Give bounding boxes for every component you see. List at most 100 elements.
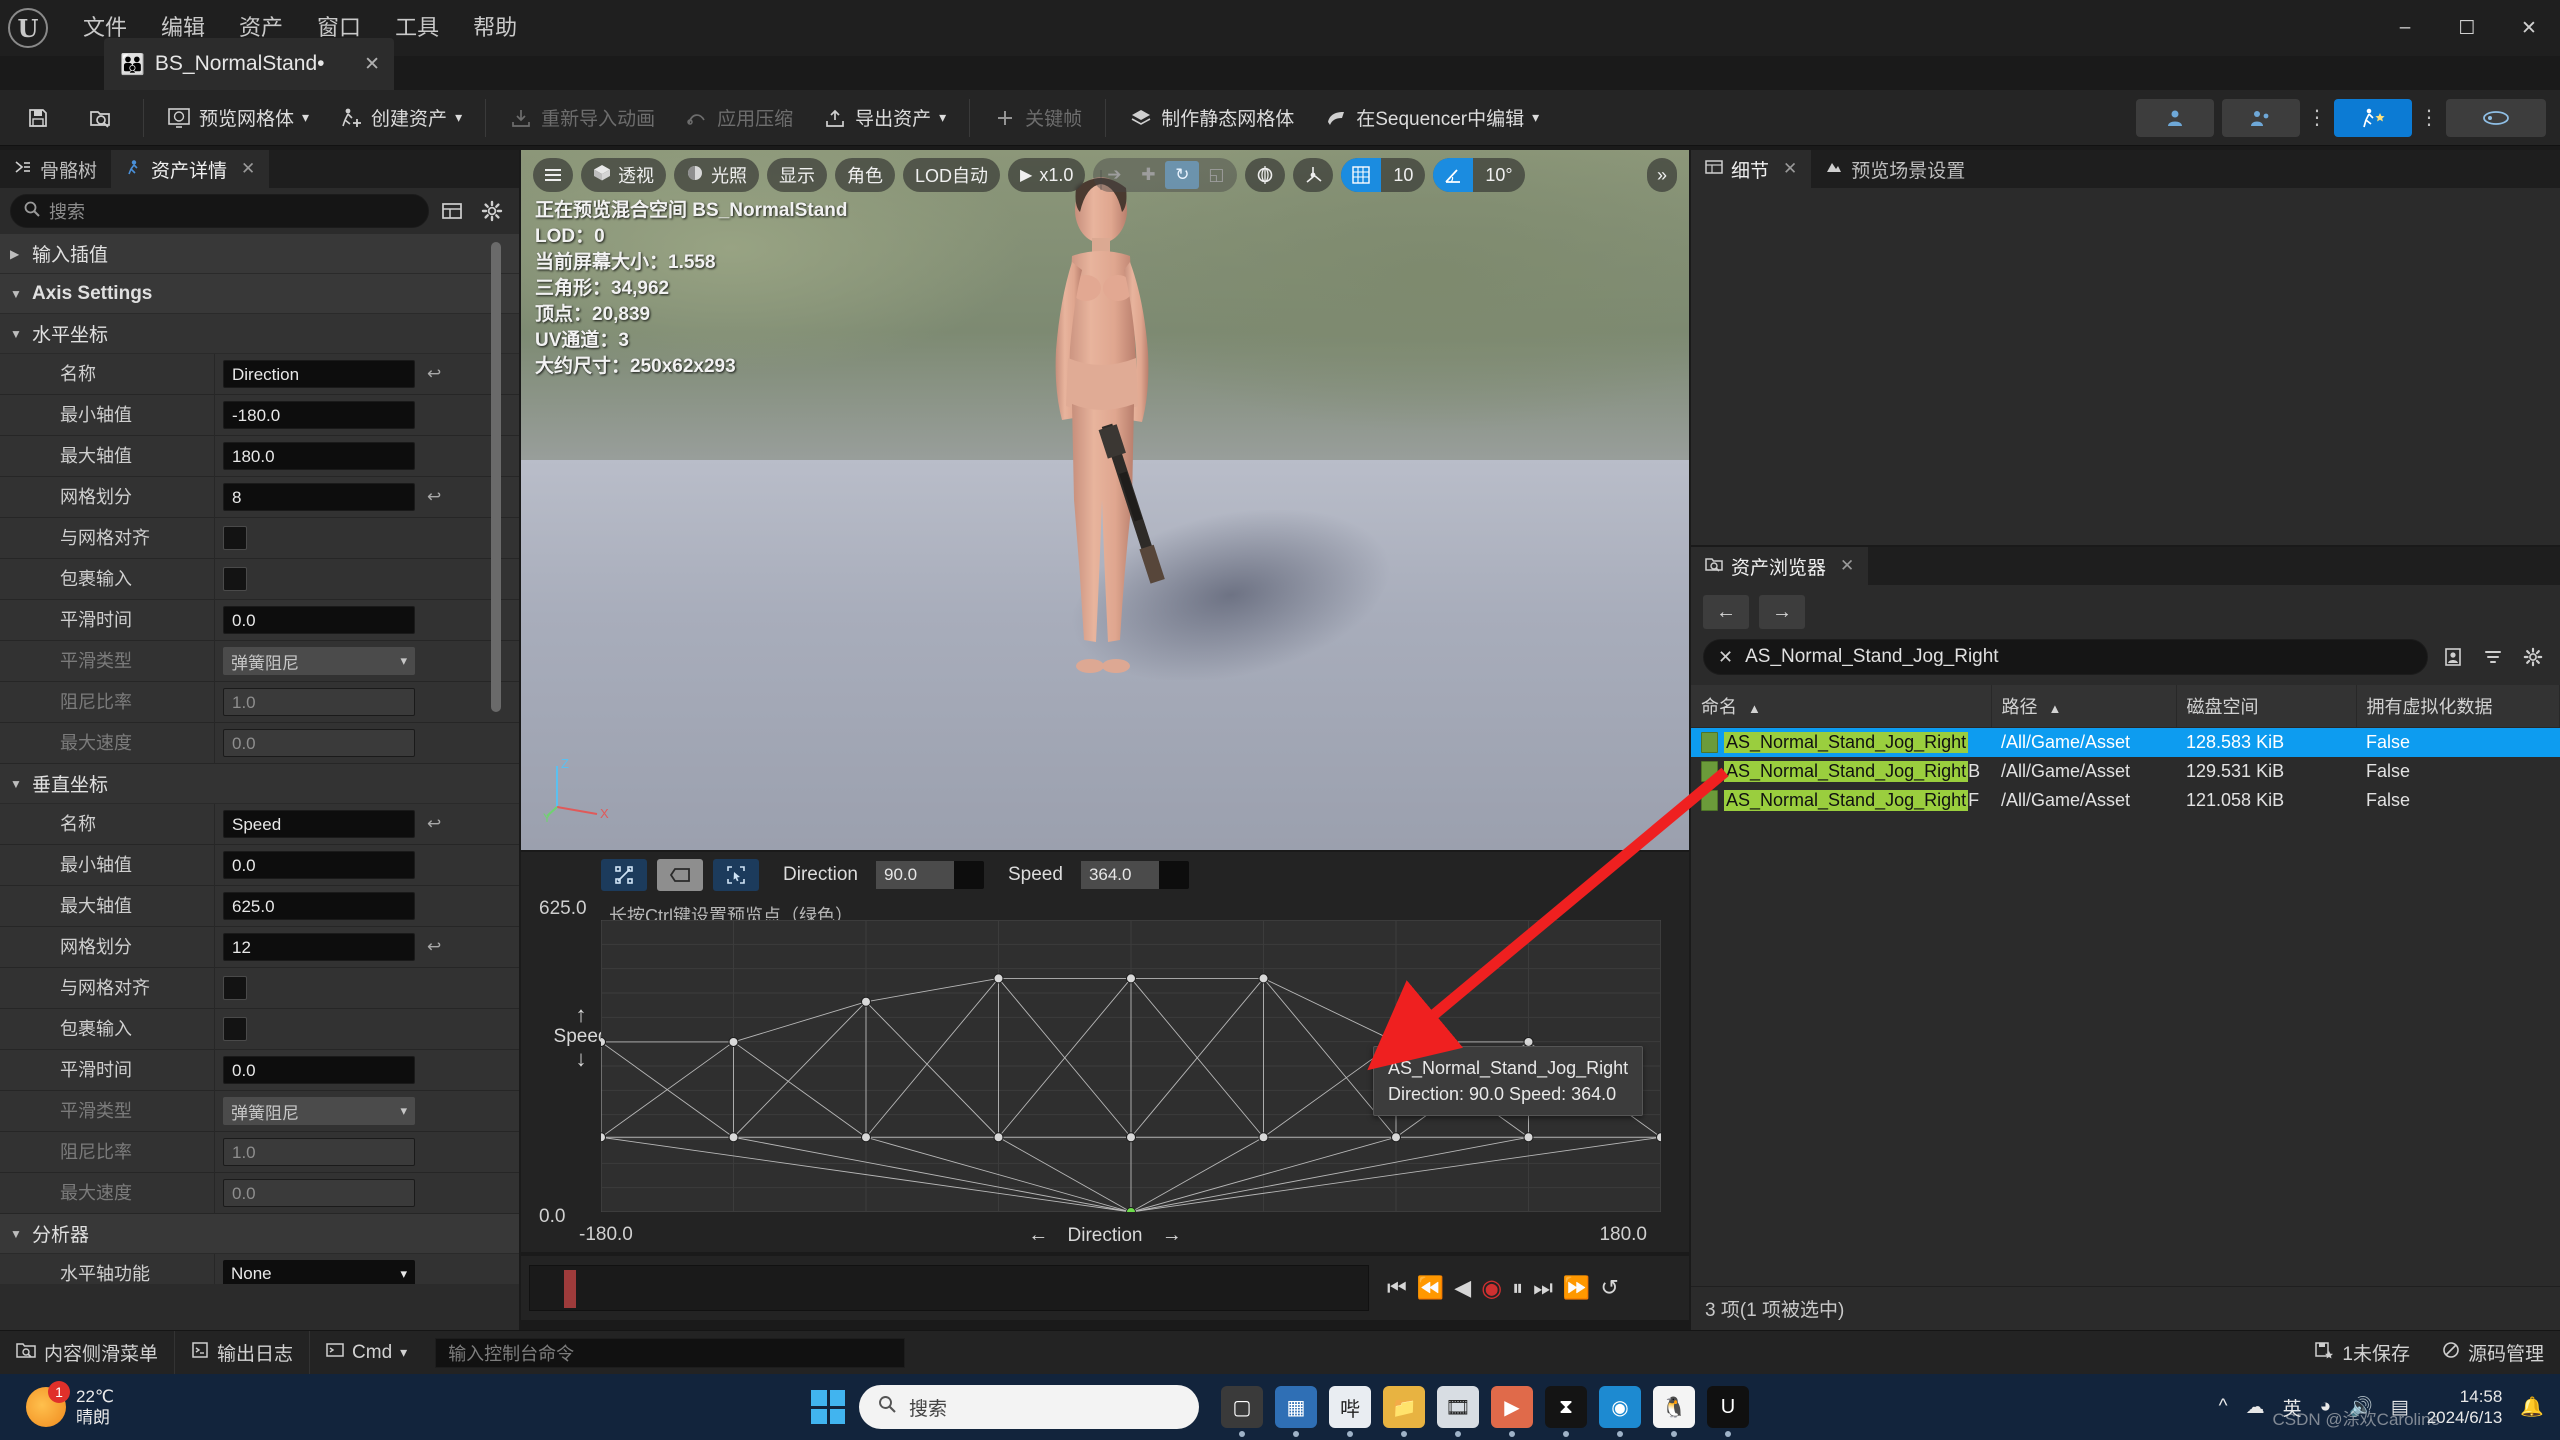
player-icon[interactable]: ▶ (1491, 1386, 1533, 1428)
horizontal-axis-input-3[interactable]: 8 (223, 483, 415, 511)
platforms-pill[interactable] (2334, 99, 2412, 137)
blendspace-speed-value[interactable]: 364.0 (1081, 861, 1159, 889)
viewport-character-button[interactable]: 角色 (835, 158, 895, 192)
taskbar-search-input[interactable]: 搜索 (859, 1385, 1199, 1429)
horizontal-axis-input-9[interactable]: 0.0 (223, 729, 415, 757)
taskbar-weather-widget[interactable]: 1 22℃ 晴朗 (26, 1386, 114, 1428)
horizontal-axis-checkbox-5[interactable] (223, 567, 247, 591)
apply-compression-button[interactable]: 应用压缩 (673, 96, 805, 140)
tab-close-icon[interactable]: ✕ (336, 53, 380, 76)
horizontal-axis-input-6[interactable]: 0.0 (223, 606, 415, 634)
column-header-virtualized[interactable]: 拥有虚拟化数据 (2356, 685, 2560, 728)
tray-expand-icon[interactable]: ^ (2219, 1396, 2228, 1418)
grid-snap-value[interactable]: 10 (1381, 158, 1425, 192)
console-command-input[interactable]: 输入控制台命令 (435, 1338, 905, 1368)
vertical-axis-checkbox-5[interactable] (223, 1017, 247, 1041)
keyframe-button[interactable]: 关键帧 (981, 96, 1094, 140)
arrow-right-icon[interactable]: → (1759, 595, 1805, 629)
step-forward-all-icon[interactable]: ⏩ (1563, 1275, 1590, 1301)
qq-icon[interactable]: 🐧 (1653, 1386, 1695, 1428)
play-reverse-icon[interactable]: ◀ (1454, 1275, 1471, 1301)
unreal-icon[interactable]: U (1707, 1386, 1749, 1428)
preview-point[interactable] (1127, 1208, 1136, 1213)
browse-content-button[interactable] (76, 96, 132, 140)
make-static-mesh-button[interactable]: 制作静态网格体 (1117, 96, 1306, 140)
preview-viewport[interactable]: 透视 光照 显示 角色 LOD自动 ▶ x1.0 ➔ (521, 150, 1689, 850)
cloud-icon[interactable]: ☁ (2246, 1396, 2265, 1419)
pause-icon[interactable]: ⏸ (1512, 1275, 1523, 1301)
create-asset-button[interactable]: 创建资产 ▾ (327, 96, 474, 140)
tab-asset-details-close-icon[interactable]: ✕ (241, 159, 255, 179)
sample-point[interactable] (994, 1133, 1003, 1142)
tab-details[interactable]: 细节 ✕ (1691, 150, 1811, 188)
column-header-path[interactable]: 路径 ▲ (1991, 685, 2176, 728)
horizontal-axis-checkbox-4[interactable] (223, 526, 247, 550)
settings-pill-2[interactable] (2222, 99, 2300, 137)
notification-bell-icon[interactable]: 🔔 (2520, 1395, 2544, 1419)
column-header-name[interactable]: 命名 ▲ (1691, 685, 1991, 728)
asset-browser-search-input[interactable]: ✕ AS_Normal_Stand_Jog_Right (1703, 639, 2428, 675)
unsaved-indicator[interactable]: 1未保存 (2298, 1331, 2426, 1375)
group-vertical-axis[interactable]: ▼ 垂直坐标 (0, 764, 519, 804)
horizontal-axis-input-2[interactable]: 180.0 (223, 442, 415, 470)
tab-bs-normalstand[interactable]: 👪 BS_NormalStand• ✕ (104, 38, 394, 90)
blendspace-direction-value[interactable]: 90.0 (876, 861, 954, 889)
filter-icon[interactable] (2478, 642, 2508, 672)
snap-icon[interactable] (657, 859, 703, 891)
clear-search-icon[interactable]: ✕ (1718, 647, 1733, 668)
step-back-icon[interactable]: ⏪ (1417, 1275, 1444, 1301)
tab-skeleton-tree[interactable]: 骨骼树 (0, 150, 111, 188)
preview-mesh-button[interactable]: 预览网格体 ▾ (155, 96, 321, 140)
angle-snap-value[interactable]: 10° (1473, 158, 1524, 192)
sample-point[interactable] (1657, 1133, 1662, 1142)
cmd-selector[interactable]: Cmd ▾ (310, 1331, 423, 1375)
sample-point[interactable] (994, 974, 1003, 983)
horizontal-axis-input-0[interactable]: Direction (223, 360, 415, 388)
sample-point[interactable] (1259, 1133, 1268, 1142)
details-search-input[interactable]: 搜索 (10, 194, 429, 228)
hourglass-icon[interactable]: ⧗ (1545, 1386, 1587, 1428)
vertical-axis-input-1[interactable]: 0.0 (223, 851, 415, 879)
group-axis-settings[interactable]: ▼ Axis Settings (0, 274, 519, 314)
export-asset-button[interactable]: 导出资产 ▾ (811, 96, 958, 140)
analyzer-select-0[interactable]: None▾ (223, 1260, 415, 1284)
group-input-interpolation[interactable]: ▶ 输入插值 (0, 234, 519, 274)
tab-preview-scene-settings[interactable]: 预览场景设置 (1811, 150, 1979, 188)
timeline-playhead[interactable] (564, 1270, 576, 1308)
select-icon[interactable]: ➔ (1097, 161, 1131, 189)
viewport-playrate-button[interactable]: ▶ x1.0 (1008, 158, 1085, 192)
viewport-lighting-button[interactable]: 光照 (674, 158, 759, 192)
viewport-show-button[interactable]: 显示 (767, 158, 827, 192)
source-control-button[interactable]: 源码管理 (2426, 1331, 2560, 1375)
collections-icon[interactable] (2438, 642, 2468, 672)
viewport-overflow-icon[interactable]: » (1647, 158, 1677, 192)
start-button-icon[interactable] (811, 1390, 845, 1424)
sample-point[interactable] (862, 1133, 871, 1142)
step-back-all-icon[interactable]: ⏮ (1387, 1275, 1407, 1301)
viewport-menu-button[interactable] (533, 158, 573, 192)
tab-details-close-icon[interactable]: ✕ (1783, 159, 1797, 179)
vertical-axis-input-9[interactable]: 0.0 (223, 1179, 415, 1207)
move-icon[interactable]: ✚ (1131, 161, 1165, 189)
reimport-animation-button[interactable]: 重新导入动画 (497, 96, 667, 140)
edge-icon[interactable]: ◉ (1599, 1386, 1641, 1428)
timeline-track[interactable] (529, 1265, 1369, 1311)
vertical-axis-input-8[interactable]: 1.0 (223, 1138, 415, 1166)
tab-asset-browser[interactable]: 资产浏览器 ✕ (1691, 547, 1868, 585)
arrow-left-icon[interactable]: ← (1703, 595, 1749, 629)
blendspace-direction-field[interactable]: 90.0 (876, 861, 984, 889)
columns-toggle-icon[interactable] (435, 194, 469, 228)
reset-preview-icon[interactable] (601, 859, 647, 891)
media-icon[interactable]: 🎞 (1437, 1386, 1479, 1428)
blendspace-speed-field[interactable]: 364.0 (1081, 861, 1189, 889)
vertical-axis-reset-icon-3[interactable]: ↩ (427, 937, 441, 957)
loop-icon[interactable]: ↺ (1600, 1275, 1618, 1301)
gear-icon[interactable] (475, 194, 509, 228)
more-options-icon-1[interactable]: ⋮ (2304, 99, 2330, 137)
horizontal-axis-reset-icon-3[interactable]: ↩ (427, 487, 441, 507)
vertical-axis-input-3[interactable]: 12 (223, 933, 415, 961)
settings-pill-1[interactable] (2136, 99, 2214, 137)
step-forward-icon[interactable]: ⏭ (1533, 1275, 1553, 1301)
grid-snap-icon[interactable] (1341, 158, 1381, 192)
sample-point[interactable] (729, 1133, 738, 1142)
